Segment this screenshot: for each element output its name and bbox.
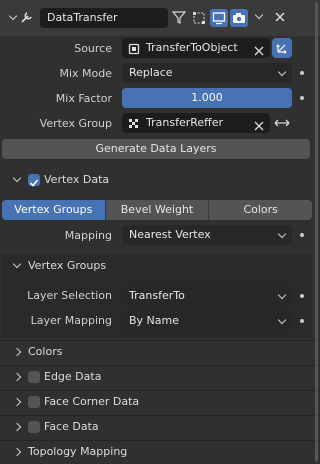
source-value: TransferToObject <box>146 41 238 54</box>
wrench-icon <box>20 10 34 27</box>
topology-mapping-panel-header[interactable]: Topology Mapping <box>0 440 320 464</box>
chevron-right-icon <box>12 422 22 432</box>
vertex-data-panel-header[interactable]: Vertex Data <box>0 168 320 192</box>
clear-icon[interactable] <box>254 118 264 138</box>
chevron-down-icon[interactable] <box>254 10 266 24</box>
edge-data-panel-title: Edge Data <box>44 370 102 383</box>
layer-mapping-dropdown[interactable]: By Name <box>122 311 292 331</box>
clear-icon[interactable] <box>254 43 264 63</box>
keyframe-dot-icon[interactable] <box>300 233 304 237</box>
mix-mode-dropdown[interactable]: Replace <box>122 63 292 83</box>
keyframe-dot-icon[interactable] <box>300 319 304 323</box>
layer-selection-value: TransferTo <box>129 289 185 302</box>
mix-factor-slider[interactable]: 1.000 <box>122 88 292 108</box>
modifier-name-input[interactable]: DataTransfer <box>40 8 168 28</box>
camera-icon[interactable] <box>230 9 248 27</box>
vertex-groups-subpanel-title: Vertex Groups <box>28 259 107 272</box>
object-transform-toggle-button[interactable] <box>272 38 292 58</box>
keyframe-dot-icon[interactable] <box>300 71 304 75</box>
vertex-group-value: TransferReffer <box>146 116 224 129</box>
chevron-right-icon <box>12 347 22 357</box>
chevron-right-icon <box>12 447 22 457</box>
vertex-data-checkbox[interactable] <box>28 174 40 187</box>
vertex-group-field[interactable]: TransferReffer <box>122 113 270 133</box>
mix-factor-label: Mix Factor <box>55 92 112 105</box>
layer-mapping-label: Layer Mapping <box>30 314 112 327</box>
chevron-down-icon <box>277 67 287 77</box>
transform-icon <box>276 42 288 57</box>
edge-data-panel-header[interactable]: Edge Data <box>0 365 320 389</box>
face-data-panel-header[interactable]: Face Data <box>0 415 320 439</box>
data-type-tabs: Vertex Groups Bevel Weight Colors <box>2 200 312 220</box>
close-icon[interactable] <box>274 11 286 26</box>
edge-data-checkbox[interactable] <box>28 371 40 383</box>
keyframe-dot-icon[interactable] <box>300 96 304 100</box>
vertex-group-icon <box>128 117 140 137</box>
source-field[interactable]: TransferToObject <box>122 38 270 58</box>
face-data-panel-title: Face Data <box>44 420 99 433</box>
generate-data-layers-button[interactable]: Generate Data Layers <box>2 139 310 159</box>
face-corner-data-panel-header[interactable]: Face Corner Data <box>0 390 320 414</box>
chevron-down-icon <box>277 229 287 239</box>
mapping-label: Mapping <box>64 229 112 242</box>
face-data-checkbox[interactable] <box>28 421 40 433</box>
chevron-right-icon <box>12 372 22 382</box>
mix-mode-value: Replace <box>129 66 173 79</box>
tab-bevel-weight[interactable]: Bevel Weight <box>104 200 209 220</box>
layer-selection-label: Layer Selection <box>27 289 112 302</box>
mix-mode-label: Mix Mode <box>59 67 112 80</box>
chevron-down-icon <box>277 290 287 300</box>
colors-panel-header[interactable]: Colors <box>0 340 320 364</box>
invert-arrows-icon[interactable] <box>274 117 290 132</box>
viewport-icon[interactable] <box>210 9 228 27</box>
chevron-down-icon <box>277 315 287 325</box>
modifier-header: DataTransfer <box>0 0 320 36</box>
face-corner-data-checkbox[interactable] <box>28 396 40 408</box>
chevron-down-icon <box>12 259 22 269</box>
keyframe-dot-icon[interactable] <box>300 294 304 298</box>
colors-panel-title: Colors <box>28 345 63 358</box>
mapping-value: Nearest Vertex <box>129 228 211 241</box>
chevron-down-icon <box>12 173 22 183</box>
tab-colors[interactable]: Colors <box>208 200 312 220</box>
tab-vertex-groups[interactable]: Vertex Groups <box>2 200 105 220</box>
vertex-group-label: Vertex Group <box>39 117 112 130</box>
layer-mapping-value: By Name <box>129 314 180 327</box>
mapping-dropdown[interactable]: Nearest Vertex <box>122 225 292 245</box>
filter-icon[interactable] <box>171 10 187 27</box>
vertex-data-title: Vertex Data <box>44 173 110 186</box>
vertex-groups-subpanel-header[interactable]: Vertex Groups <box>0 254 320 278</box>
chevron-right-icon <box>12 397 22 407</box>
scrollbar[interactable] <box>315 2 318 462</box>
object-icon <box>128 42 140 62</box>
layer-selection-dropdown[interactable]: TransferTo <box>122 286 292 306</box>
face-corner-data-panel-title: Face Corner Data <box>44 395 140 408</box>
source-label: Source <box>74 42 112 55</box>
editmode-icon[interactable] <box>190 9 208 27</box>
topology-mapping-panel-title: Topology Mapping <box>28 445 128 458</box>
